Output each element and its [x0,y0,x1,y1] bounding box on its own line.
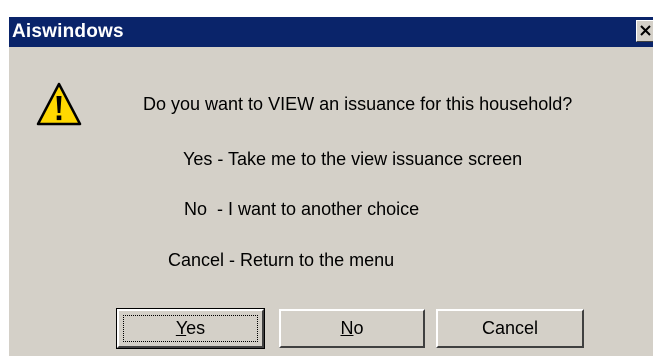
focus-rectangle [123,315,258,342]
cancel-button[interactable]: Cancel [436,309,584,348]
message-dialog: Aiswindows Do you want to VIEW an issuan… [7,15,653,356]
no-button[interactable]: No [279,309,425,348]
yes-explanation-text: Yes - Take me to the view issuance scree… [183,149,523,169]
cancel-button-label: Cancel [481,318,539,338]
cancel-explanation-text: Cancel - Return to the menu [168,250,395,270]
question-text: Do you want to VIEW an issuance for this… [143,94,573,114]
no-button-label: No [281,312,423,345]
title-bar[interactable]: Aiswindows [9,17,653,47]
close-icon [640,25,651,36]
close-button[interactable] [636,20,653,42]
warning-icon [36,82,82,128]
window-title: Aiswindows [12,21,124,42]
no-explanation-text: No - I want to another choice [184,199,420,219]
no-label-rest: o [353,318,364,338]
yes-button[interactable]: Yes [116,308,265,349]
no-mnemonic: N [340,318,354,338]
